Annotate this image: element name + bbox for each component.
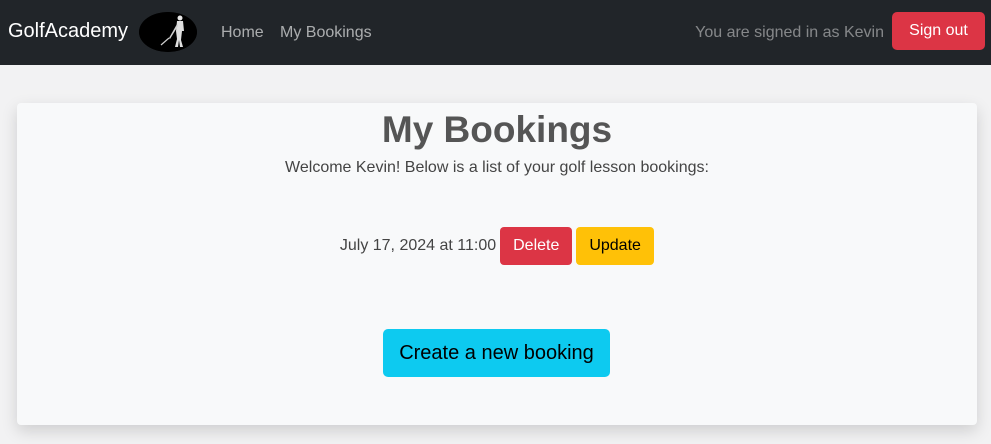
nav-my-bookings-link[interactable]: My Bookings (280, 22, 372, 44)
golfer-logo-icon (139, 12, 197, 52)
update-booking-button[interactable]: Update (576, 227, 655, 265)
sign-out-button[interactable]: Sign out (892, 12, 985, 50)
booking-datetime: July 17, 2024 at 11:00 (339, 237, 497, 254)
top-navbar: GolfAcademy Home My Bookings You are sig… (0, 0, 991, 65)
welcome-message: Welcome Kevin! Below is a list of your g… (285, 159, 709, 176)
nav-home-link[interactable]: Home (221, 22, 264, 44)
page-title: My Bookings (381, 109, 613, 150)
brand-link[interactable]: GolfAcademy (8, 18, 128, 44)
delete-booking-button[interactable]: Delete (500, 227, 573, 265)
bookings-card: My Bookings Welcome Kevin! Below is a li… (17, 103, 977, 425)
create-booking-button[interactable]: Create a new booking (383, 329, 610, 377)
booking-item: July 17, 2024 at 11:00 Delete Update (17, 227, 977, 265)
signed-in-status: You are signed in as Kevin (695, 24, 884, 41)
